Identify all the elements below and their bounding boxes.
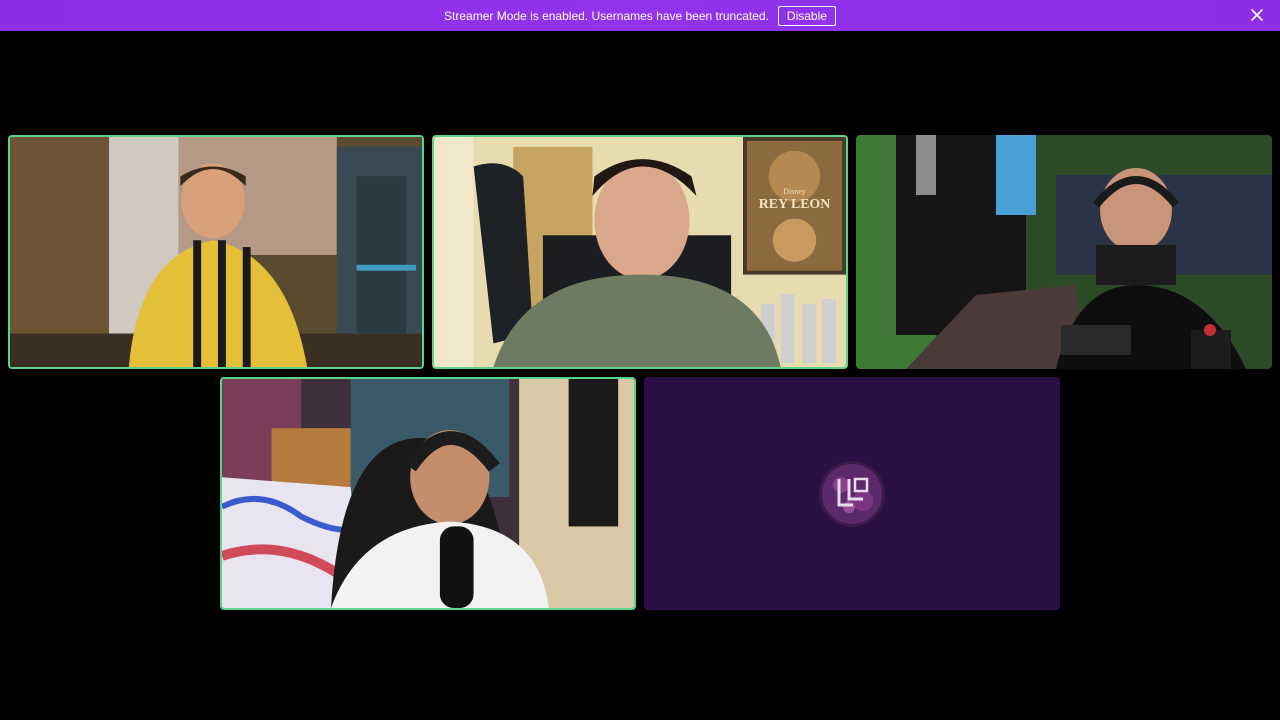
video-tile-participant-2[interactable]: Disney REY LEON	[432, 135, 848, 369]
movie-poster: Disney REY LEON	[743, 137, 846, 275]
avatar-logo-icon	[819, 460, 885, 527]
video-tile-participant-4[interactable]	[220, 377, 636, 610]
participant-video	[856, 135, 1272, 369]
video-tile-participant-3[interactable]	[856, 135, 1272, 369]
poster-title: REY LEON	[759, 196, 830, 211]
streamer-mode-banner: Streamer Mode is enabled. Usernames have…	[0, 0, 1280, 31]
disable-streamer-mode-button[interactable]: Disable	[777, 5, 836, 26]
participant-video	[222, 379, 634, 608]
participant-video	[10, 137, 422, 367]
streamer-mode-message: Streamer Mode is enabled. Usernames have…	[444, 8, 769, 23]
close-icon[interactable]	[1250, 8, 1264, 22]
poster-brand: Disney	[783, 187, 805, 196]
avatar	[819, 460, 885, 527]
video-tile-participant-5[interactable]	[644, 377, 1060, 610]
participant-video: Disney REY LEON	[434, 137, 846, 367]
video-tile-participant-1[interactable]	[8, 135, 424, 369]
